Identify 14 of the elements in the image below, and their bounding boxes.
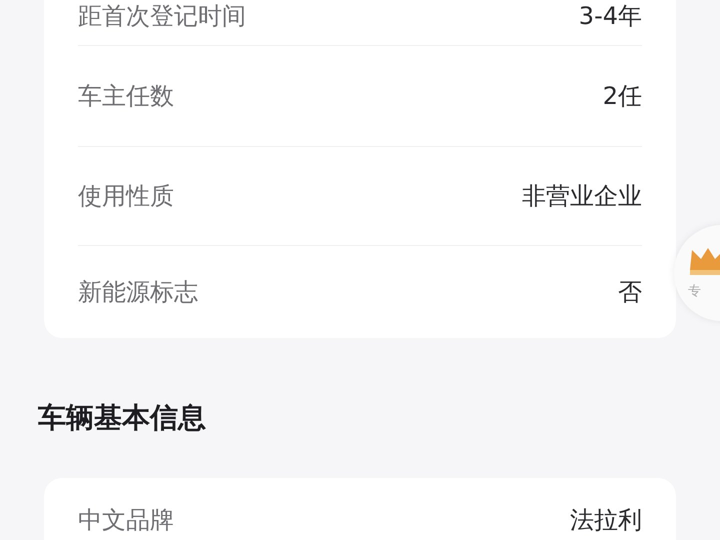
row-value: 3-4年 [578, 1, 642, 32]
section-title: 车辆基本信息 [38, 400, 207, 436]
row-label: 中文品牌 [78, 505, 174, 536]
row-label: 新能源标志 [78, 277, 198, 308]
row-value: 法拉利 [570, 505, 642, 536]
row-value: 2任 [602, 81, 642, 112]
floating-badge[interactable]: 专 [674, 225, 720, 321]
crown-icon [688, 246, 720, 276]
row-label: 使用性质 [78, 181, 174, 212]
row-value: 非营业企业 [522, 181, 642, 212]
row-label: 距首次登记时间 [78, 1, 246, 32]
badge-label: 专 [688, 283, 701, 300]
row-value: 否 [618, 277, 642, 308]
row-label: 车主任数 [78, 81, 174, 112]
